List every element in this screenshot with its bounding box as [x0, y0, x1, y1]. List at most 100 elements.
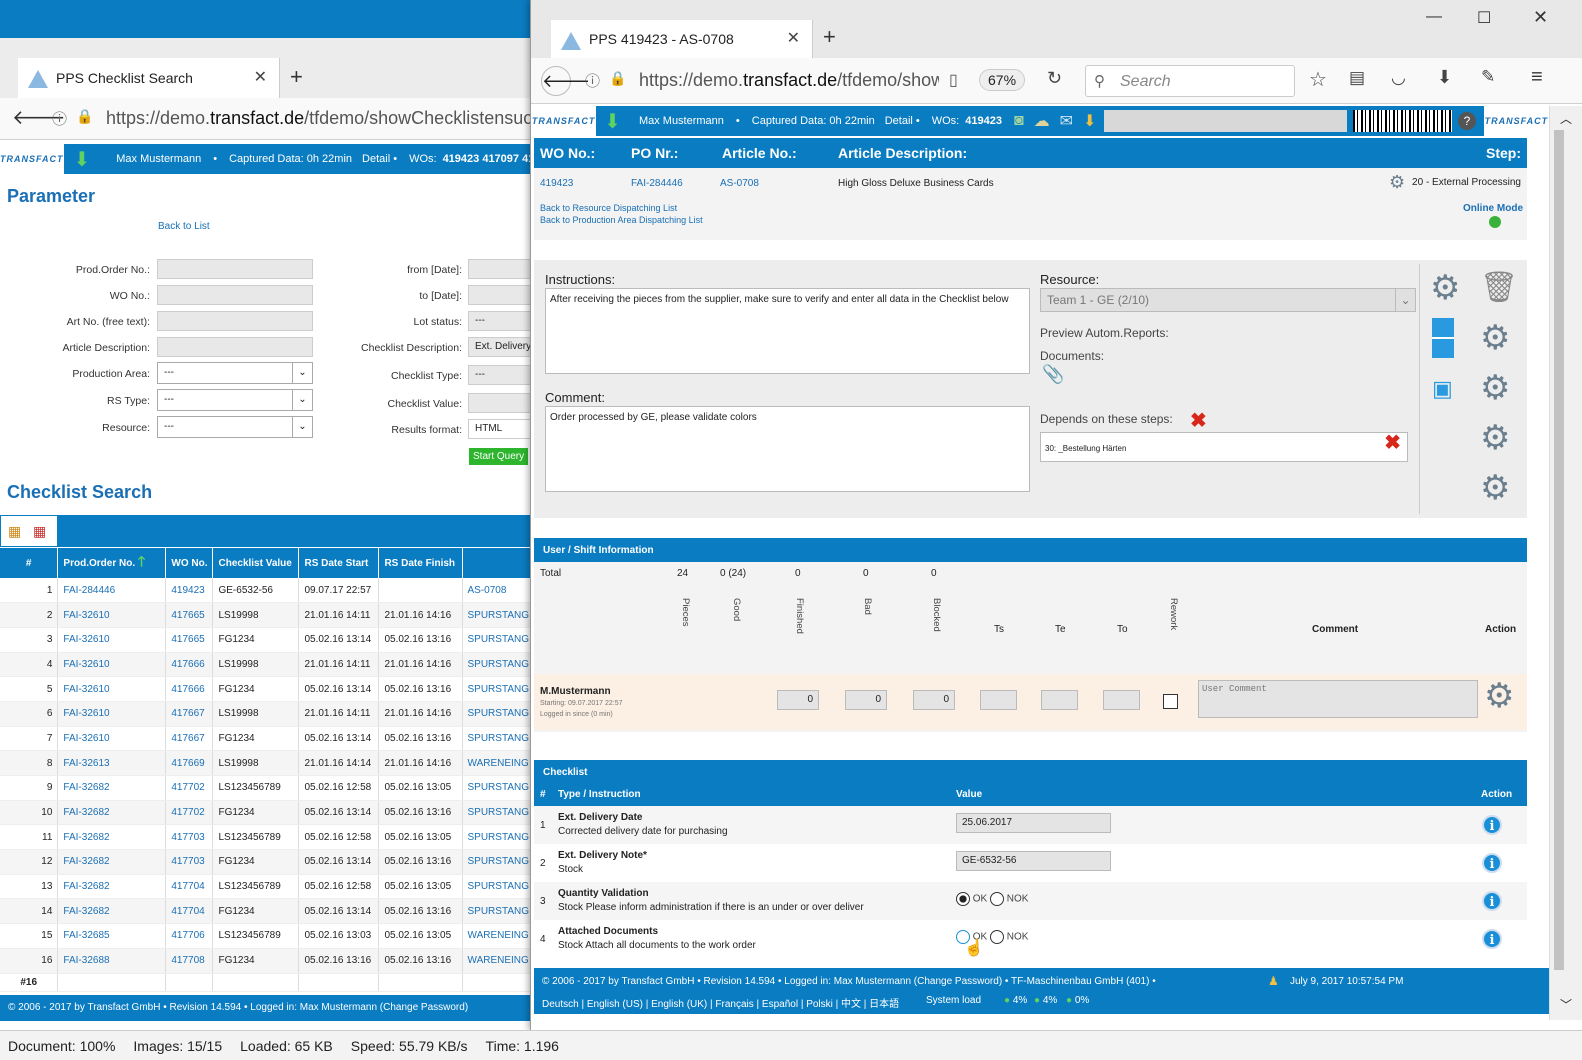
wo-number-link[interactable]: 419423 — [540, 178, 573, 189]
table-row[interactable]: 15 FAI-32685 417706 LS123456789 05.02.16 13:… — [0, 923, 535, 949]
wo-no-link[interactable]: 417703 — [165, 849, 214, 875]
start-query-button[interactable]: Start Query — [468, 447, 530, 466]
scroll-thumb[interactable] — [1554, 130, 1564, 970]
table-row[interactable]: 1 FAI-284446 419423 GE-6532-56 09.07.17 22:5… — [0, 578, 535, 604]
col-checklist-value[interactable]: Checklist Value — [212, 548, 300, 578]
article-link[interactable]: WARENEING — [462, 750, 535, 776]
article-link[interactable]: SPURSTANG — [462, 701, 535, 727]
col-wo-no[interactable]: WO No. — [165, 548, 214, 578]
delete-dependency-icon[interactable]: ✖ — [1384, 433, 1401, 453]
prod-order-link[interactable]: FAI-32610 — [57, 627, 167, 653]
language-links[interactable]: Deutsch | English (US) | English (UK) | … — [542, 995, 899, 1010]
prod-order-link[interactable]: FAI-32682 — [57, 824, 167, 851]
scroll-down-icon[interactable]: ﹀ — [1560, 996, 1572, 1013]
info-icon[interactable]: i — [1482, 815, 1502, 835]
delivery-note-input[interactable]: GE-6532-56 — [956, 851, 1111, 871]
barcode-input[interactable] — [1104, 110, 1348, 132]
appbar-detail[interactable]: Detail • — [885, 115, 920, 127]
wo-no-link[interactable]: 417704 — [165, 874, 214, 900]
front-tab[interactable]: PPS 419423 - AS-0708 ✕ — [551, 20, 813, 58]
export-icon[interactable]: ▦ — [8, 523, 21, 540]
rework-checkbox[interactable] — [1163, 694, 1178, 709]
appbar-user[interactable]: Max Mustermann — [116, 153, 201, 165]
trash-icon[interactable]: 🗑 — [1480, 270, 1518, 305]
wo-no-link[interactable]: 417708 — [165, 948, 214, 974]
message-icon[interactable]: ✉ — [1060, 111, 1073, 131]
table-row[interactable]: 4 FAI-32610 417666 LS19998 21.01.16 14:11 21.… — [0, 652, 535, 678]
col-rs-start[interactable]: RS Date Start — [298, 548, 380, 578]
checklist-value-input[interactable] — [468, 393, 535, 413]
minimize-icon[interactable]: — — [1426, 8, 1442, 26]
info-icon[interactable]: ⓘ — [585, 70, 600, 91]
prod-order-link[interactable]: FAI-32685 — [57, 923, 167, 949]
remove-dependency-icon[interactable]: ✖ — [1190, 408, 1207, 433]
table-row[interactable]: 16 FAI-32688 417708 FG1234 05.02.16 13:16 05.… — [0, 948, 535, 974]
blocked-input[interactable]: 0 — [913, 690, 955, 710]
article-link[interactable]: SPURSTANG — [462, 602, 535, 628]
table-row[interactable]: 6 FAI-32610 417667 LS19998 21.01.16 14:11 21.… — [0, 701, 535, 727]
appbar-user[interactable]: Max Mustermann — [639, 115, 724, 127]
table-row[interactable]: 12 FAI-32682 417703 FG1234 05.02.16 13:14 05.… — [0, 849, 535, 875]
prod-order-link[interactable]: FAI-32610 — [57, 701, 167, 727]
po-number-link[interactable]: FAI-284446 — [631, 178, 683, 189]
article-link[interactable]: SPURSTANG — [462, 726, 535, 752]
wo-no-link[interactable]: 419423 — [165, 578, 214, 604]
checklist-type-select[interactable]: --- — [468, 365, 535, 385]
to-date-input[interactable] — [468, 285, 535, 305]
checklist-desc-input[interactable]: Ext. Delivery — [468, 337, 535, 357]
table-row[interactable]: 9 FAI-32682 417702 LS123456789 05.02.16 12:5… — [0, 775, 535, 801]
info-icon[interactable]: ⓘ — [52, 108, 67, 129]
checklist-icon[interactable]: ▣ — [1432, 376, 1453, 402]
back-to-list-link[interactable]: Back to List — [158, 221, 210, 232]
table-row[interactable]: 14 FAI-32682 417704 FG1234 05.02.16 13:14 05.… — [0, 898, 535, 925]
wo-no-link[interactable]: 417704 — [165, 898, 214, 925]
table-row[interactable]: 5 FAI-32610 417666 FG1234 05.02.16 13:14 05.0… — [0, 676, 535, 702]
prod-order-link[interactable]: FAI-32682 — [57, 800, 167, 826]
prod-order-link[interactable]: FAI-32682 — [57, 874, 167, 900]
new-tab-icon[interactable]: + — [290, 64, 303, 90]
paperclip-icon[interactable]: 📎 — [1042, 364, 1064, 385]
table-row[interactable]: 8 FAI-32613 417669 LS19998 21.01.16 14:14 21.… — [0, 750, 535, 776]
prod-order-link[interactable]: FAI-32613 — [57, 750, 167, 776]
columns-icon[interactable]: ▦ — [33, 523, 46, 540]
table-row[interactable]: 11 FAI-32682 417703 LS123456789 05.02.16 12:… — [0, 824, 535, 851]
resource-select[interactable]: --- ⌄ — [157, 416, 313, 438]
production-area-select[interactable]: --- ⌄ — [157, 362, 313, 384]
nok-radio[interactable] — [990, 930, 1005, 944]
close-tab-icon[interactable]: ✕ — [254, 67, 267, 87]
article-link[interactable]: SPURSTANG — [462, 824, 535, 851]
wo-no-link[interactable]: 417669 — [165, 750, 214, 776]
finished-input[interactable]: 0 — [777, 690, 819, 710]
wo-no-link[interactable]: 417667 — [165, 701, 214, 727]
wo-no-link[interactable]: 417667 — [165, 726, 214, 752]
info-icon[interactable]: i — [1482, 891, 1502, 911]
info-icon[interactable]: i — [1482, 853, 1502, 873]
wo-no-input[interactable] — [157, 285, 313, 305]
appbar-wos-values[interactable]: 419423 417097 419422 — [443, 153, 535, 165]
col-rs-finish[interactable]: RS Date Finish — [378, 548, 463, 578]
rs-type-select[interactable]: --- ⌄ — [157, 389, 313, 411]
extension-icon[interactable]: ✎ — [1481, 67, 1495, 87]
te-input[interactable] — [1041, 690, 1078, 710]
appbar-wos-value[interactable]: 419423 — [965, 115, 1002, 127]
article-link[interactable]: AS-0708 — [462, 578, 535, 604]
prod-order-link[interactable]: FAI-32682 — [57, 775, 167, 801]
article-desc-input[interactable] — [157, 337, 313, 357]
wo-no-link[interactable]: 417665 — [165, 627, 214, 653]
nok-radio[interactable] — [990, 892, 1005, 906]
step-gear-icon[interactable]: ⚙ — [1389, 172, 1405, 193]
article-link[interactable]: SPURSTANG — [462, 652, 535, 678]
article-link[interactable]: SPURSTANG — [462, 898, 535, 925]
article-link[interactable]: WARENEING — [462, 948, 535, 974]
table-row[interactable]: 10 FAI-32682 417702 FG1234 05.02.16 13:14 05.… — [0, 800, 535, 826]
user-icon[interactable]: ♟ — [1268, 974, 1279, 988]
cancel-gear-icon[interactable]: ⚙ — [1480, 468, 1510, 508]
article-link[interactable]: SPURSTANG — [462, 676, 535, 702]
camera-icon[interactable]: ◙ — [1014, 112, 1024, 130]
bad-input[interactable]: 0 — [845, 690, 887, 710]
ts-input[interactable] — [980, 690, 1017, 710]
back-arrow-icon[interactable]: 🡐 — [541, 66, 590, 96]
article-link[interactable]: SPURSTANG — [462, 800, 535, 826]
wo-no-link[interactable]: 417666 — [165, 676, 214, 702]
reload-icon[interactable]: ↻ — [1047, 68, 1062, 89]
